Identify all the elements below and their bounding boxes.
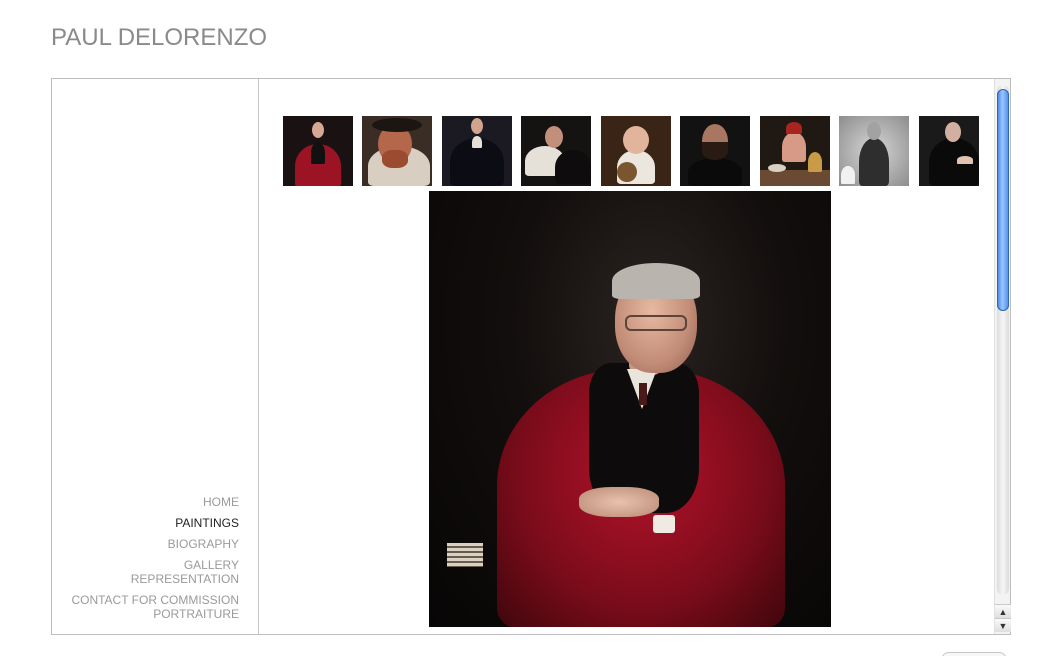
nav-label: PAINTINGS [175,516,239,530]
painting-hair [612,263,700,299]
nav-item-home[interactable]: HOME [49,495,239,509]
nav-item-paintings[interactable]: PAINTINGS [49,516,239,530]
gallery-content [260,79,994,634]
content-frame: HOME PAINTINGS BIOGRAPHY GALLERY REPRESE… [51,78,1011,635]
nav-item-gallery-representation[interactable]: GALLERY REPRESENTATION [49,558,239,586]
thumbnail-portrait-standing-suit[interactable] [839,116,910,186]
painting-tie [639,383,647,405]
vertical-scrollbar[interactable]: ▲ ▼ [994,79,1011,634]
painting-hands [579,487,659,517]
site-title: PAUL DELORENZO [51,24,268,51]
thumbnail-portrait-dark-robe[interactable] [441,116,512,186]
thumbnail-portrait-bearded-hat[interactable] [362,116,433,186]
painting-glasses [625,315,687,331]
painting-cuff [653,515,675,533]
nav-label: GALLERY REPRESENTATION [130,558,239,586]
thumbnail-strip [283,116,979,188]
thumbnail-portrait-reclining-man[interactable] [521,116,592,186]
nav-label: BIOGRAPHY [167,537,239,551]
thumbnail-portrait-child-with-bear[interactable] [600,116,671,186]
scroll-down-arrow-icon[interactable]: ▼ [995,618,1011,632]
nav-item-contact[interactable]: CONTACT FOR COMMISSION PORTRAITURE [49,593,239,621]
painting-books [447,543,483,567]
nav-label: CONTACT FOR COMMISSION PORTRAITURE [71,593,239,621]
nav-label: HOME [203,495,239,509]
thumbnail-portrait-young-bearded-man[interactable] [680,116,751,186]
scroll-up-arrow-icon[interactable]: ▲ [995,604,1011,618]
thumbnail-portrait-red-robe[interactable] [283,116,353,186]
thumbnail-still-life-tabletop[interactable] [759,116,830,186]
scroll-thumb[interactable] [997,89,1009,311]
main-painting [429,191,831,627]
sidebar: HOME PAINTINGS BIOGRAPHY GALLERY REPRESE… [52,79,259,634]
bottom-tab-button[interactable] [941,652,1007,656]
main-nav: HOME PAINTINGS BIOGRAPHY GALLERY REPRESE… [49,495,239,628]
thumbnail-portrait-seated-judge[interactable] [918,116,979,186]
nav-item-biography[interactable]: BIOGRAPHY [49,537,239,551]
